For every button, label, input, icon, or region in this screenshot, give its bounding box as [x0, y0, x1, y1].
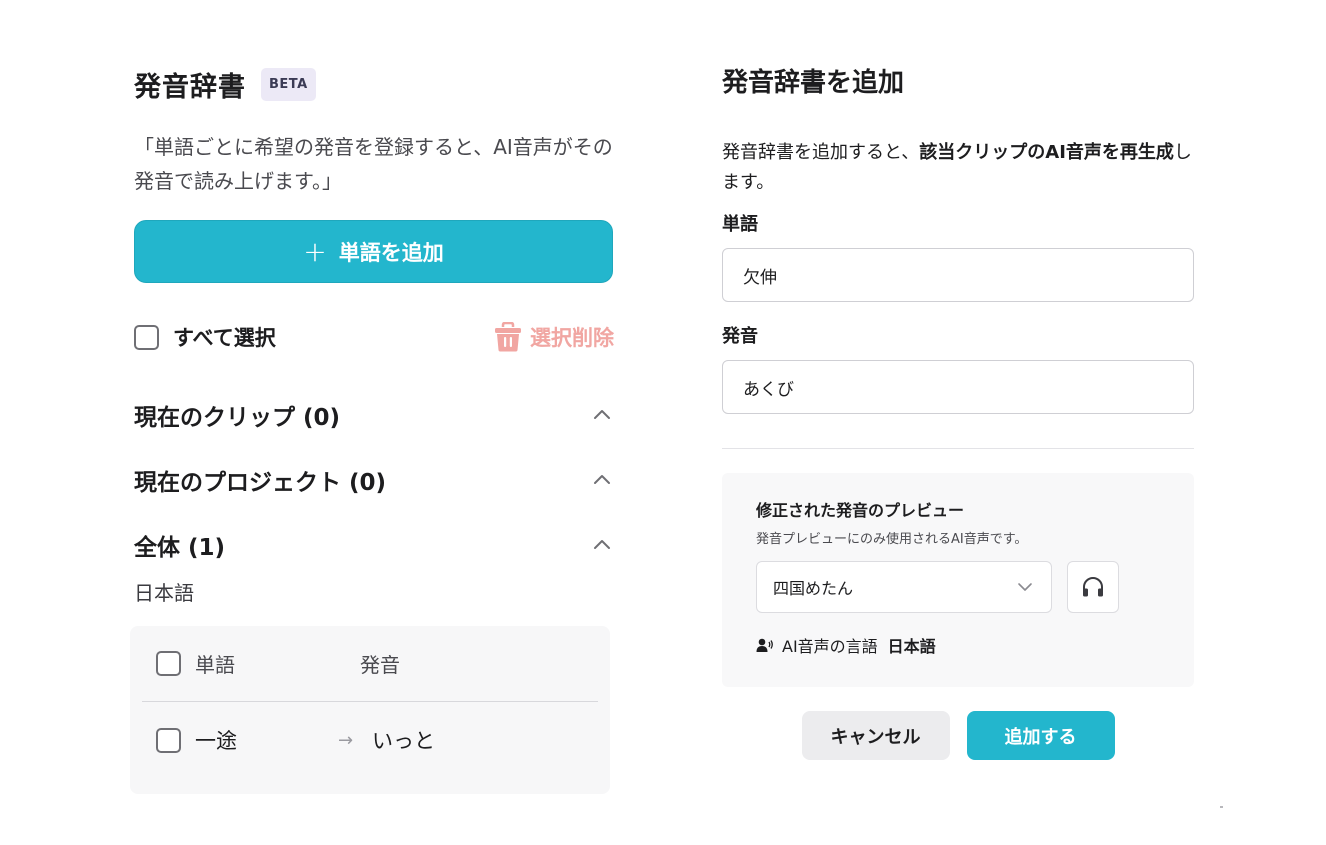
add-word-label: 単語を追加 — [338, 240, 444, 265]
section-label: 現在のクリップ (0) — [134, 405, 341, 431]
preview-subtitle: 発音プレビューにのみ使用されるAI音声です。 — [756, 532, 1028, 547]
voice-select[interactable]: 四国めたん — [756, 561, 1052, 613]
select-all-label: すべて選択 — [173, 326, 276, 350]
description-bold: 該当クリップのAI音声を再生成 — [919, 142, 1174, 163]
header-pronunciation: 発音 — [360, 653, 400, 677]
pronunciation-input[interactable]: あくび — [722, 360, 1194, 414]
row-word: 一途 — [195, 729, 237, 753]
section-current-project[interactable]: 現在のプロジェクト (0) — [134, 460, 614, 500]
preview-title: 修正された発音のプレビュー — [756, 501, 965, 520]
section-label: 現在のプロジェクト (0) — [134, 470, 387, 496]
chevron-up-icon — [594, 410, 610, 419]
dictionary-table: 単語 発音 一途 → いっと — [130, 626, 610, 794]
table-row[interactable]: 一途 → いっと — [142, 702, 598, 778]
preview-controls: 四国めたん — [756, 561, 1160, 613]
trash-icon — [495, 322, 521, 352]
cancel-button[interactable]: キャンセル — [801, 711, 950, 760]
chevron-down-icon — [1018, 583, 1032, 591]
select-all[interactable]: すべて選択 — [134, 322, 276, 352]
header-word-col: 単語 — [142, 649, 360, 678]
headphones-icon — [1083, 577, 1103, 597]
dictionary-panel: 発音辞書 BETA 「単語ごとに希望の発音を登録すると、AI音声がその発音で読み… — [130, 60, 614, 794]
submit-add-button[interactable]: 追加する — [966, 711, 1115, 760]
voice-select-value: 四国めたん — [773, 579, 854, 598]
row-word-col: 一途 — [142, 725, 360, 755]
select-all-checkbox[interactable] — [134, 324, 159, 350]
dialog-actions: キャンセル 追加する — [722, 711, 1194, 760]
section-current-clip[interactable]: 現在のクリップ (0) — [134, 395, 614, 435]
voice-language-row: AI音声の言語 日本語 — [756, 633, 1160, 657]
page-title: 発音辞書 — [134, 71, 246, 103]
delete-selected-label: 選択削除 — [530, 326, 614, 350]
beta-badge: BETA — [261, 67, 316, 101]
table-header: 単語 発音 — [142, 626, 598, 702]
dictionary-description: 「単語ごとに希望の発音を登録すると、AI音声がその発音で読み上げます。」 — [134, 135, 613, 193]
add-dictionary-description: 発音辞書を追加すると、該当クリップのAI音声を再生成します。 — [722, 138, 1194, 198]
divider — [722, 448, 1194, 449]
header-checkbox[interactable] — [156, 651, 181, 676]
section-label: 全体 (1) — [134, 535, 226, 561]
pronunciation-field-label: 発音 — [722, 326, 758, 347]
chevron-up-icon — [594, 540, 610, 549]
add-dictionary-title: 発音辞書を追加 — [722, 68, 905, 98]
dictionary-header: 発音辞書 BETA — [134, 60, 614, 108]
voice-language-label: AI音声の言語 — [782, 637, 878, 656]
pronunciation-preview-box: 修正された発音のプレビュー 発音プレビューにのみ使用されるAI音声です。 四国め… — [722, 473, 1194, 687]
arrow-right-icon: → — [338, 729, 354, 751]
row-checkbox[interactable] — [156, 727, 181, 753]
row-pronunciation: いっと — [372, 729, 435, 753]
chevron-up-icon — [594, 475, 610, 484]
preview-play-button[interactable] — [1067, 561, 1119, 613]
resize-handle-dot — [1220, 806, 1223, 808]
voice-speaker-icon — [756, 638, 773, 652]
add-dictionary-panel: 発音辞書を追加 発音辞書を追加すると、該当クリップのAI音声を再生成します。 単… — [722, 60, 1194, 760]
plus-icon: + — [303, 234, 327, 268]
word-field-label: 単語 — [722, 214, 758, 235]
description-part1: 発音辞書を追加すると、 — [722, 142, 920, 163]
word-input[interactable]: 欠伸 — [722, 248, 1194, 302]
delete-selected-button[interactable]: 選択削除 — [494, 322, 614, 352]
language-group-label: 日本語 — [134, 581, 194, 605]
select-toolbar: すべて選択 選択削除 — [134, 321, 614, 353]
add-word-button[interactable]: + 単語を追加 — [134, 220, 613, 283]
section-all[interactable]: 全体 (1) — [134, 525, 614, 565]
voice-language-value: 日本語 — [887, 637, 936, 656]
header-word: 単語 — [195, 653, 235, 677]
